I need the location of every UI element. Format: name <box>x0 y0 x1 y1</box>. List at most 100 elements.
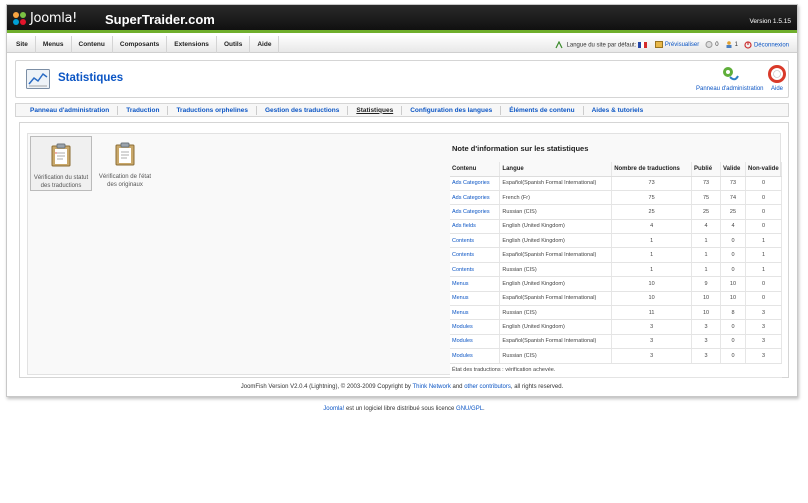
main-menu-bar: Site Menus Contenu Composants Extensions… <box>7 36 797 53</box>
copyright-and: and <box>452 384 463 390</box>
column-header: Nombre de traductions <box>611 162 693 177</box>
content-type-link[interactable]: Modules <box>450 334 501 350</box>
count-cell: 0 <box>720 348 746 364</box>
help-icon <box>768 65 786 83</box>
content-type-link[interactable]: Menus <box>450 305 501 321</box>
menu-item-site[interactable]: Site <box>9 36 36 53</box>
column-header: Valide <box>720 162 746 177</box>
copyright-line: JoomFish Version V2.0.4 (Lightning), © 2… <box>7 384 797 390</box>
content-type-link[interactable]: Modules <box>450 348 501 364</box>
copyright-suffix: , all rights reserved. <box>510 384 564 390</box>
gnu-gpl-link[interactable]: GNU/GPL <box>456 406 483 412</box>
cpanel-label: Panneau d'administration <box>696 86 764 92</box>
users-icon <box>726 41 732 48</box>
tab-panneau[interactable]: Panneau d'administration <box>22 105 119 115</box>
count-cell: 8 <box>720 305 746 321</box>
check-translation-status-button[interactable]: Vérification du statut des traductions <box>30 136 92 191</box>
license-text: est un logiciel libre distribué sous lic… <box>345 406 455 412</box>
tab-elements-contenu[interactable]: Éléments de contenu <box>501 105 584 115</box>
count-cell: 3 <box>745 305 783 321</box>
version-label: Version 1.5.15 <box>749 18 791 25</box>
menu-item-aide[interactable]: Aide <box>250 36 280 53</box>
count-cell: 4 <box>720 219 746 235</box>
count-cell: 73 <box>691 176 721 191</box>
content-type-link[interactable]: Ads Categories <box>450 190 501 206</box>
other-contributors-link[interactable]: other contributors <box>464 384 511 390</box>
tab-aides-tutoriels[interactable]: Aides & tutoriels <box>584 106 652 115</box>
menu-item-outils[interactable]: Outils <box>217 36 251 53</box>
menu-item-menus[interactable]: Menus <box>36 36 72 53</box>
count-cell: 75 <box>691 190 721 206</box>
logout-link[interactable]: Déconnexion <box>744 40 789 49</box>
tab-traductions-orphelines[interactable]: Traductions orphelines <box>168 105 257 115</box>
content-type-link[interactable]: Menus <box>450 291 501 307</box>
joomla-link[interactable]: Joomla! <box>323 406 344 412</box>
language-icon <box>555 40 563 48</box>
menu-item-composants[interactable]: Composants <box>113 36 168 53</box>
content-type-link[interactable]: Modules <box>450 319 501 335</box>
content-type-link[interactable]: Contents <box>450 262 501 278</box>
column-header: Non-valide <box>745 162 783 177</box>
check-originals-status-button[interactable]: Vérification de l'état des originaux <box>94 136 156 191</box>
count-cell: 0 <box>720 233 746 249</box>
logout-icon <box>744 40 752 49</box>
table-row: Menus English (United Kingdom) 10 9 10 0 <box>450 276 783 292</box>
statistics-section: Note d'information sur les statistiques … <box>450 144 783 378</box>
count-cell: 10 <box>720 276 746 292</box>
top-bar: Joomla! SuperTraider.com Version 1.5.15 <box>7 5 797 33</box>
messages-icon <box>705 40 713 48</box>
users-value: 1 <box>734 42 738 49</box>
tab-traduction[interactable]: Traduction <box>118 105 169 115</box>
tab-statistiques[interactable]: Statistiques <box>348 105 403 115</box>
count-cell: 3 <box>691 334 721 350</box>
table-row: Modules Español(Spanish Formal Internatio… <box>450 334 783 350</box>
table-row: Menus Russian (CIS) 11 10 8 3 <box>450 305 783 321</box>
language-cell: Español(Spanish Formal International) <box>499 247 613 263</box>
count-cell: 0 <box>720 319 746 335</box>
content-type-link[interactable]: Menus <box>450 276 501 292</box>
think-network-link[interactable]: Think Network <box>412 384 450 390</box>
tab-gestion-traductions[interactable]: Gestion des traductions <box>257 105 349 115</box>
content-type-link[interactable]: Ads Categories <box>450 204 501 220</box>
column-header: Contenu <box>450 162 501 177</box>
language-cell: Russian (CIS) <box>499 262 613 278</box>
language-cell: Russian (CIS) <box>499 305 613 321</box>
joomla-logo-icon <box>13 11 27 26</box>
panel-label-line1: Vérification du statut <box>33 175 89 181</box>
count-cell: 0 <box>720 247 746 263</box>
language-cell: Español(Spanish Formal International) <box>499 291 613 307</box>
count-cell: 73 <box>720 176 746 191</box>
count-cell: 9 <box>691 276 721 292</box>
logout-label: Déconnexion <box>753 42 789 49</box>
status-area: Langue du site par défaut: Prévisualiser… <box>555 36 789 53</box>
table-row: Modules Russian (CIS) 3 3 0 3 <box>450 348 783 364</box>
count-cell: 25 <box>611 204 693 220</box>
count-cell: 3 <box>691 319 721 335</box>
count-cell: 3 <box>691 348 721 364</box>
count-cell: 1 <box>691 233 721 249</box>
panel-label-line1: Vérification de l'état <box>98 174 152 180</box>
tab-configuration-langues[interactable]: Configuration des langues <box>402 105 502 115</box>
license-end: . <box>483 406 485 412</box>
clipboard-icon <box>115 142 135 166</box>
count-cell: 0 <box>745 190 783 206</box>
content-type-link[interactable]: Ads fields <box>450 219 501 235</box>
preview-label: Prévisualiser <box>664 42 700 49</box>
column-header: Publié <box>691 162 721 177</box>
users-count[interactable]: 1 <box>725 41 738 48</box>
help-button[interactable]: Aide <box>768 64 786 92</box>
count-cell: 3 <box>611 348 693 364</box>
site-name: SuperTraider.com <box>105 12 215 27</box>
language-cell: English (United Kingdom) <box>499 233 613 249</box>
preview-link[interactable]: Prévisualiser <box>654 40 700 49</box>
content-type-link[interactable]: Ads Categories <box>450 176 501 191</box>
count-cell: 1 <box>745 262 783 278</box>
menu-item-extensions[interactable]: Extensions <box>167 36 217 53</box>
messages-count[interactable]: 0 <box>705 40 719 48</box>
content-type-link[interactable]: Contents <box>450 233 501 249</box>
joomla-logo[interactable]: Joomla! <box>13 11 77 26</box>
cpanel-button[interactable]: Panneau d'administration <box>696 64 764 92</box>
menu-item-contenu[interactable]: Contenu <box>72 36 113 53</box>
count-cell: 0 <box>745 219 783 235</box>
content-type-link[interactable]: Contents <box>450 247 501 263</box>
